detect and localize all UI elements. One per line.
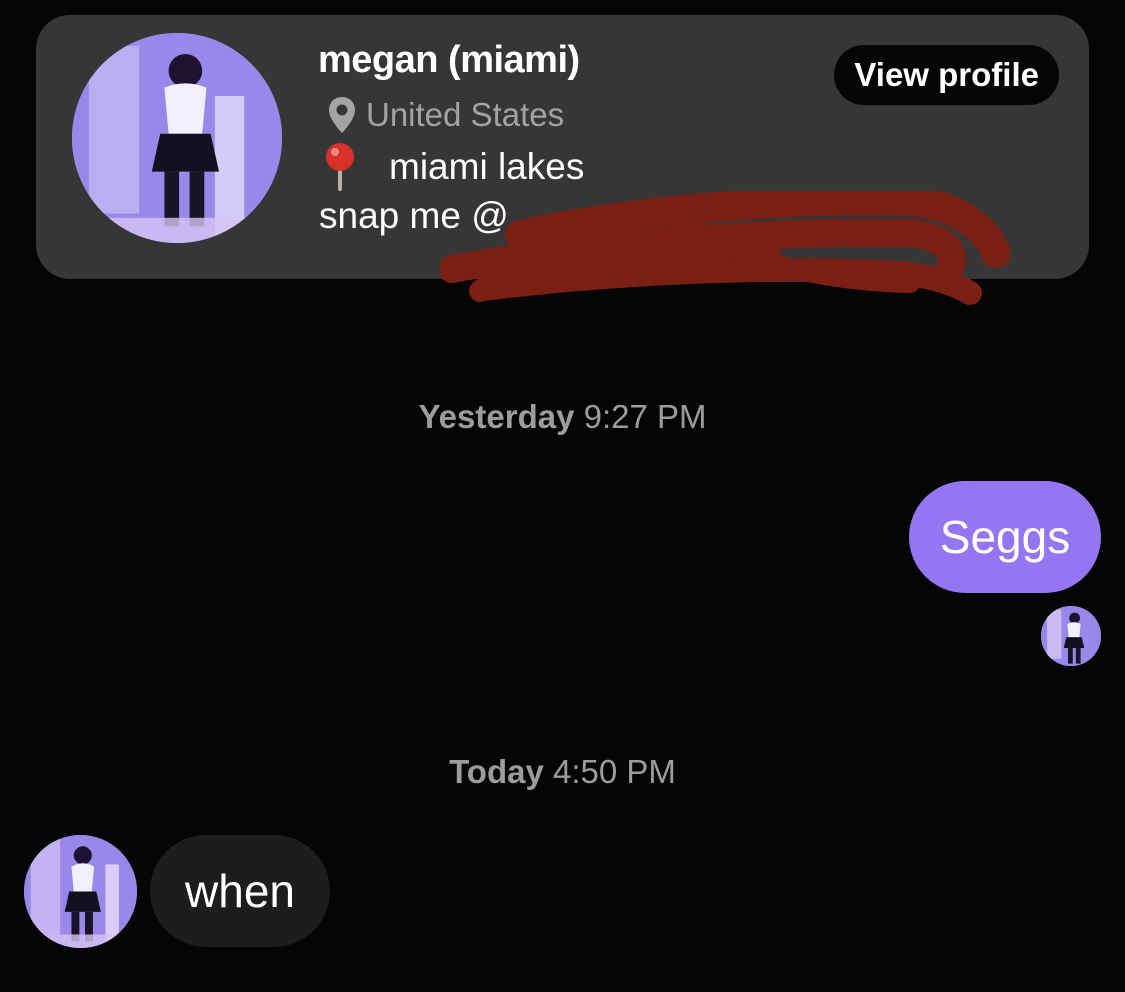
bio-line-2: snap me @ xyxy=(319,195,509,237)
chat-screen: megan (miami) United States miami lakes … xyxy=(0,0,1125,992)
received-message-bubble[interactable]: when xyxy=(150,835,330,947)
location-row: United States xyxy=(326,95,564,135)
timestamp-yesterday: Yesterday 9:27 PM xyxy=(0,398,1125,436)
sent-message-bubble[interactable]: Seggs xyxy=(909,481,1101,593)
timestamp-day: Yesterday xyxy=(418,398,575,435)
timestamp-day: Today xyxy=(449,753,544,790)
profile-name: megan (miami) xyxy=(318,39,580,81)
redaction-scribble xyxy=(440,191,1010,305)
profile-avatar[interactable] xyxy=(72,33,282,243)
round-pushpin-icon xyxy=(326,143,354,191)
view-profile-button[interactable]: View profile xyxy=(834,45,1059,105)
read-receipt-avatar xyxy=(1041,606,1101,666)
bio-text-2: snap me @ xyxy=(319,195,509,236)
timestamp-today: Today 4:50 PM xyxy=(0,753,1125,791)
timestamp-time: 9:27 PM xyxy=(583,398,707,435)
timestamp-time: 4:50 PM xyxy=(553,753,676,790)
sender-avatar[interactable] xyxy=(24,835,137,948)
location-text: United States xyxy=(366,96,565,133)
bio-line-1: miami lakes xyxy=(319,141,584,193)
location-pin-icon xyxy=(329,97,355,133)
bio-text-1: miami lakes xyxy=(389,146,585,187)
profile-card[interactable]: megan (miami) United States miami lakes … xyxy=(36,15,1089,305)
